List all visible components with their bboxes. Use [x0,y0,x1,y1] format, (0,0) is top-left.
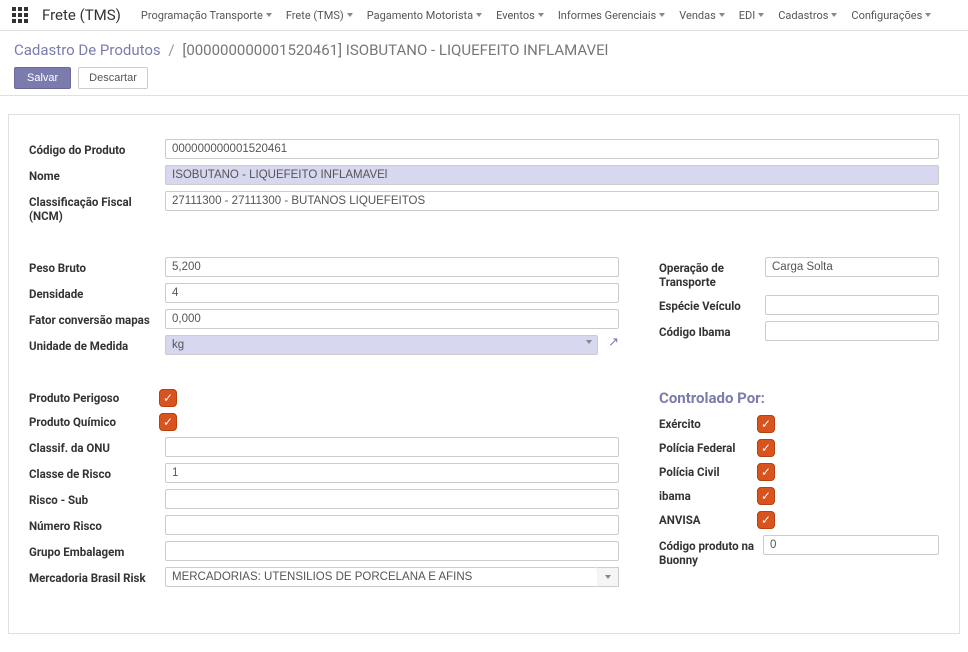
nav-config[interactable]: Configurações [851,9,931,22]
apps-icon[interactable] [12,7,28,23]
controlado-heading: Controlado Por: [659,389,939,407]
nav-cadastros[interactable]: Cadastros [778,9,837,22]
grupo-emb-input[interactable] [165,541,619,561]
classif-onu-input[interactable] [165,437,619,457]
label-pf: Polícia Federal [659,441,757,455]
label-quimico: Produto Químico [29,415,159,429]
top-nav: Frete (TMS) Programação Transporte Frete… [0,0,968,31]
label-classe-risco: Classe de Risco [29,463,159,481]
label-unidade: Unidade de Medida [29,335,159,353]
chevron-down-icon [605,575,611,579]
label-perigoso: Produto Perigoso [29,391,159,405]
label-densidade: Densidade [29,283,159,301]
breadcrumb-parent[interactable]: Cadastro De Produtos [14,41,161,59]
label-ibama-chk: ibama [659,489,757,503]
classe-risco-input[interactable] [165,463,619,483]
policia-federal-checkbox[interactable] [757,439,775,457]
nav-pagamento[interactable]: Pagamento Motorista [367,9,482,22]
label-exercito: Exército [659,417,757,431]
brasil-risk-input[interactable] [165,567,597,587]
risco-sub-input[interactable] [165,489,619,509]
nav-informes[interactable]: Informes Gerenciais [558,9,665,22]
numero-risco-input[interactable] [165,515,619,535]
quimico-checkbox[interactable] [159,413,177,431]
label-pc: Polícia Civil [659,465,757,479]
label-ibama: Código Ibama [659,321,759,339]
discard-button[interactable]: Descartar [78,67,148,89]
external-link-icon[interactable]: ↗ [608,335,619,350]
exercito-checkbox[interactable] [757,415,775,433]
nav-eventos[interactable]: Eventos [496,9,544,22]
operacao-input[interactable] [765,257,939,277]
policia-civil-checkbox[interactable] [757,463,775,481]
save-button[interactable]: Salvar [14,67,71,89]
label-especie: Espécie Veículo [659,295,759,313]
buonny-input[interactable] [763,535,939,555]
label-risco-sub: Risco - Sub [29,489,159,507]
ibama-input[interactable] [765,321,939,341]
label-fator: Fator conversão mapas [29,309,159,327]
chevron-down-icon [758,13,764,17]
breadcrumb: Cadastro De Produtos / [0000000000015204… [14,41,954,59]
label-anvisa: ANVISA [659,513,757,527]
label-brasil-risk: Mercadoria Brasil Risk [29,567,159,585]
fator-input[interactable] [165,309,619,329]
chevron-down-icon [476,13,482,17]
label-classif-onu: Classif. da ONU [29,437,159,455]
chevron-down-icon [925,13,931,17]
perigoso-checkbox[interactable] [159,389,177,407]
chevron-down-icon [347,13,353,17]
chevron-down-icon [266,13,272,17]
page-header: Cadastro De Produtos / [0000000000015204… [0,31,968,96]
chevron-down-icon [719,13,725,17]
peso-input[interactable] [165,257,619,277]
densidade-input[interactable] [165,283,619,303]
form-sheet: Código do Produto Nome Classificação Fis… [8,114,960,634]
ibama-checkbox[interactable] [757,487,775,505]
nav-frete[interactable]: Frete (TMS) [286,9,353,22]
label-codigo: Código do Produto [29,139,159,157]
label-operacao: Operação de Transporte [659,257,759,289]
codigo-input[interactable] [165,139,939,159]
label-nome: Nome [29,165,159,183]
breadcrumb-current: [000000000001520461] ISOBUTANO - LIQUEFE… [182,41,608,59]
chevron-down-icon [538,13,544,17]
label-buonny: Código produto na Buonny [659,535,757,567]
nav-vendas[interactable]: Vendas [679,9,725,22]
chevron-down-icon [659,13,665,17]
unidade-input[interactable] [165,335,598,355]
ncm-input[interactable] [165,191,939,211]
brasil-risk-dropdown-button[interactable] [597,567,619,587]
nav-programacao[interactable]: Programação Transporte [141,9,272,22]
chevron-down-icon [831,13,837,17]
anvisa-checkbox[interactable] [757,511,775,529]
nav-edi[interactable]: EDI [739,9,764,22]
label-peso: Peso Bruto [29,257,159,275]
brand-title[interactable]: Frete (TMS) [42,6,121,24]
label-numero-risco: Número Risco [29,515,159,533]
label-grupo-emb: Grupo Embalagem [29,541,159,559]
nome-input[interactable] [165,165,939,185]
label-ncm: Classificação Fiscal (NCM) [29,191,159,223]
especie-input[interactable] [765,295,939,315]
